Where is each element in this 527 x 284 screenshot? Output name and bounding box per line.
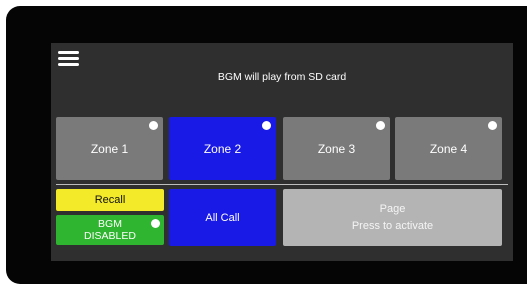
zone-1-label: Zone 1 [90, 141, 129, 156]
page-button[interactable]: Page Press to activate [283, 189, 502, 246]
zone-3-indicator-dot-icon [376, 121, 385, 130]
menu-bar-middle [58, 57, 79, 60]
page-title: Page [379, 202, 406, 215]
zone-3-label: Zone 3 [317, 141, 356, 156]
zone-1-button[interactable]: Zone 1 [56, 117, 163, 180]
zone-4-label: Zone 4 [429, 141, 468, 156]
zone-1-indicator-dot-icon [149, 121, 158, 130]
menu-bar-bottom [58, 63, 79, 66]
zone-4-button[interactable]: Zone 4 [395, 117, 502, 180]
section-divider [56, 184, 508, 185]
all-call-label: All Call [205, 211, 240, 224]
page-hint: Press to activate [351, 219, 434, 232]
zone-3-button[interactable]: Zone 3 [283, 117, 390, 180]
hamburger-menu-icon[interactable] [58, 50, 79, 67]
menu-bar-top [58, 51, 79, 54]
device-bezel: BGM will play from SD card Zone 1 Zone 2… [6, 6, 527, 284]
all-call-button[interactable]: All Call [169, 189, 276, 246]
zone-4-indicator-dot-icon [488, 121, 497, 130]
status-message: BGM will play from SD card [217, 71, 347, 83]
bgm-indicator-dot-icon [151, 219, 160, 228]
bgm-label-line1: BGM [98, 218, 122, 230]
zone-2-button[interactable]: Zone 2 [169, 117, 276, 180]
zone-2-indicator-dot-icon [262, 121, 271, 130]
touch-screen: BGM will play from SD card Zone 1 Zone 2… [51, 43, 513, 261]
zone-2-label: Zone 2 [203, 141, 242, 156]
bgm-label-line2: DISABLED [84, 230, 136, 242]
recall-label: Recall [94, 194, 126, 206]
recall-button[interactable]: Recall [56, 189, 164, 211]
bgm-toggle-button[interactable]: BGM DISABLED [56, 215, 164, 245]
